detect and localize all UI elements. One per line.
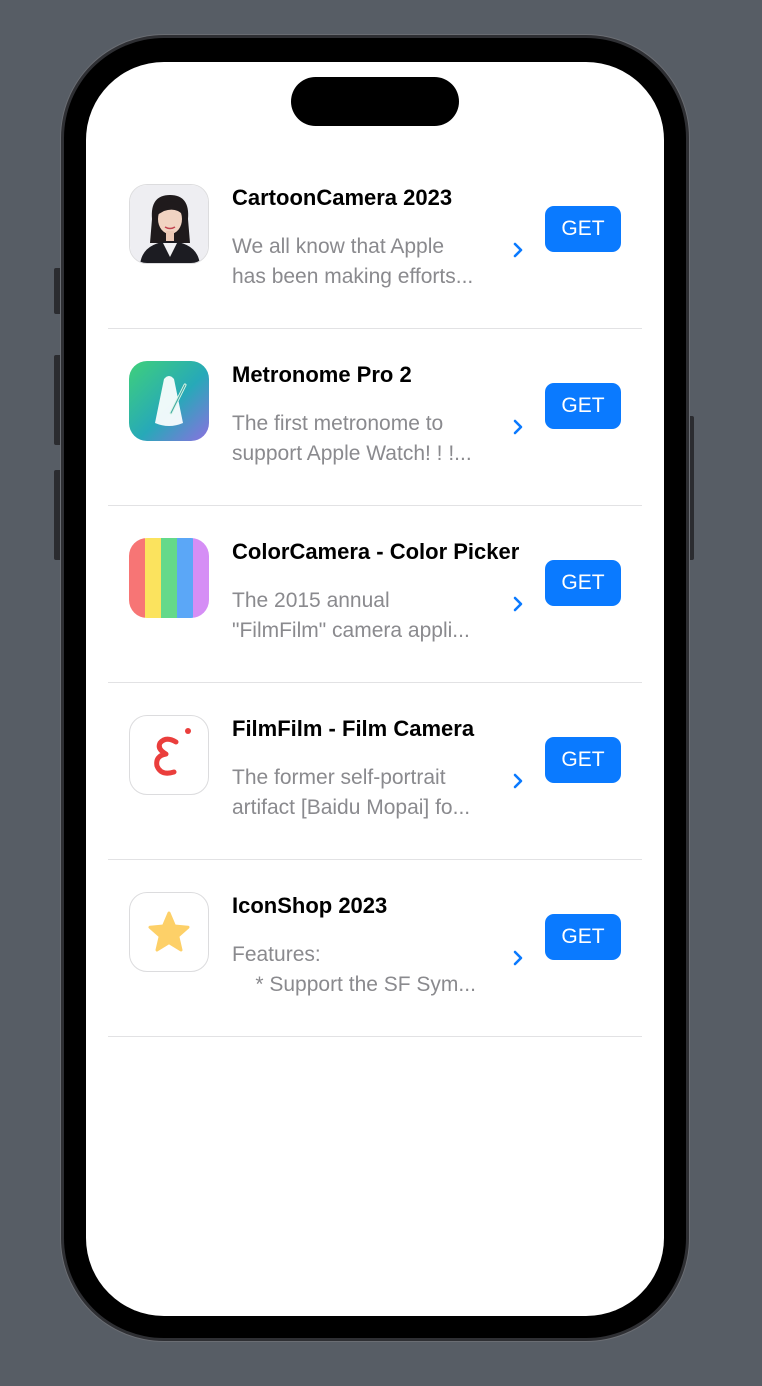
get-button[interactable]: GET: [545, 914, 621, 960]
get-button[interactable]: GET: [545, 206, 621, 252]
app-row-iconshop[interactable]: IconShop 2023 Features: * Support the SF…: [108, 860, 642, 1037]
get-button[interactable]: GET: [545, 737, 621, 783]
chevron-right-icon[interactable]: [508, 771, 528, 791]
description-line: We all know that Apple: [232, 235, 445, 258]
app-name: IconShop 2023: [232, 893, 388, 918]
metronome-icon: [129, 361, 209, 441]
app-name: ColorCamera - Color Picker: [232, 539, 520, 564]
description-line: Features:: [232, 943, 321, 966]
app-name: Metronome Pro 2: [232, 362, 412, 387]
description-line: The first metronome to: [232, 412, 444, 435]
app-description: The former self-portrait artifact [Baidu…: [232, 763, 502, 823]
color-stripes-icon: [129, 538, 209, 618]
chevron-right-icon[interactable]: [508, 240, 528, 260]
description-line: The 2015 annual: [232, 589, 390, 612]
app-row-metronome[interactable]: Metronome Pro 2 The first metronome to s…: [108, 329, 642, 506]
volume-down-button[interactable]: [54, 470, 64, 560]
filmfilm-logo-icon: [129, 715, 209, 795]
app-name: FilmFilm - Film Camera: [232, 716, 475, 741]
description-line: The former self-portrait: [232, 766, 446, 789]
get-button[interactable]: GET: [545, 560, 621, 606]
app-description: The 2015 annual "FilmFilm" camera appli.…: [232, 586, 502, 646]
dynamic-island: [291, 77, 459, 126]
volume-up-button[interactable]: [54, 355, 64, 445]
app-name: CartoonCamera 2023: [232, 185, 453, 210]
phone-screen: CartoonCamera 2023 We all know that Appl…: [86, 62, 664, 1316]
description-line: artifact [Baidu Mopai] fo...: [232, 796, 471, 819]
app-description: The first metronome to support Apple Wat…: [232, 409, 502, 469]
description-line: * Support the SF Sym...: [232, 973, 476, 996]
app-row-filmfilm[interactable]: FilmFilm - Film Camera The former self-p…: [108, 683, 642, 860]
description-line: support Apple Watch! ! !...: [232, 442, 472, 465]
chevron-right-icon[interactable]: [508, 417, 528, 437]
app-row-cartooncamera[interactable]: CartoonCamera 2023 We all know that Appl…: [108, 152, 642, 329]
app-description: Features: * Support the SF Sym...: [232, 940, 502, 1000]
power-button[interactable]: [686, 416, 694, 560]
app-row-colorcamera[interactable]: ColorCamera - Color Picker The 2015 annu…: [108, 506, 642, 683]
chevron-right-icon[interactable]: [508, 948, 528, 968]
portrait-photo-icon: [129, 184, 209, 264]
get-button[interactable]: GET: [545, 383, 621, 429]
description-line: "FilmFilm" camera appli...: [232, 619, 470, 642]
action-button[interactable]: [54, 268, 64, 314]
app-list: CartoonCamera 2023 We all know that Appl…: [108, 152, 642, 1037]
star-icon: [129, 892, 209, 972]
description-line: has been making efforts...: [232, 265, 474, 288]
app-description: We all know that Apple has been making e…: [232, 232, 502, 292]
chevron-right-icon[interactable]: [508, 594, 528, 614]
